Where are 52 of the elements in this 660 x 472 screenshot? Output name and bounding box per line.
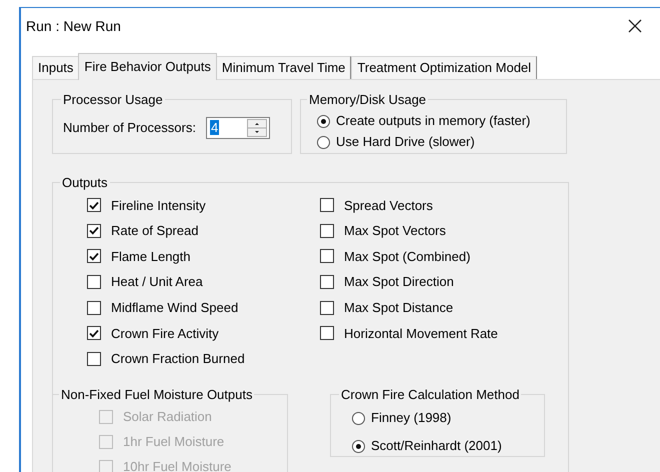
radio-label: Scott/Reinhardt (2001) bbox=[371, 437, 502, 456]
spin-value: 4 bbox=[210, 120, 220, 135]
checkbox-label: Solar Radiation bbox=[123, 408, 212, 426]
radio-button[interactable] bbox=[317, 136, 330, 148]
checkbox[interactable] bbox=[87, 249, 101, 264]
checkbox[interactable] bbox=[87, 275, 101, 290]
group-title: Memory/Disk Usage bbox=[308, 91, 428, 109]
group-title: Processor Usage bbox=[62, 91, 164, 109]
checkbox[interactable] bbox=[87, 326, 101, 340]
group-title: Crown Fire Calculation Method bbox=[340, 386, 520, 404]
checkbox[interactable] bbox=[320, 300, 334, 315]
close-icon[interactable] bbox=[628, 19, 642, 33]
spin-box[interactable]: 4 bbox=[206, 116, 270, 138]
checkbox[interactable] bbox=[320, 275, 334, 290]
checkbox-label: Max Spot Distance bbox=[344, 298, 454, 317]
checkbox-label: Max Spot Direction bbox=[344, 273, 454, 292]
checkbox-label: Fireline Intensity bbox=[111, 196, 206, 215]
checkbox-label: Heat / Unit Area bbox=[111, 273, 203, 292]
checkbox-label: 1hr Fuel Moisture bbox=[123, 432, 224, 451]
spin-arrows-icon[interactable] bbox=[246, 118, 267, 136]
checkbox[interactable] bbox=[320, 326, 334, 340]
radio-label: Use Hard Drive (slower) bbox=[336, 133, 475, 152]
radio-label: Create outputs in memory (faster) bbox=[336, 112, 530, 130]
checkbox-label: Crown Fire Activity bbox=[111, 324, 219, 343]
group-title: Outputs bbox=[61, 174, 109, 192]
tab[interactable]: Fire Behavior Outputs bbox=[78, 53, 217, 80]
group-title: Non-Fixed Fuel Moisture Outputs bbox=[60, 386, 254, 404]
checkbox-label: 10hr Fuel Moisture bbox=[123, 458, 232, 472]
checkbox-label: Max Spot (Combined) bbox=[344, 248, 470, 266]
checkbox[interactable] bbox=[87, 300, 101, 315]
tab[interactable]: Minimum Travel Time bbox=[216, 56, 352, 79]
field-label: Number of Processors: bbox=[63, 118, 196, 137]
checkbox[interactable] bbox=[87, 198, 101, 212]
checkbox-label: Horizontal Movement Rate bbox=[344, 324, 498, 343]
checkbox-label: Crown Fraction Burned bbox=[111, 350, 245, 368]
tab[interactable]: Inputs bbox=[32, 56, 80, 79]
checkbox[interactable] bbox=[320, 224, 334, 238]
checkbox[interactable] bbox=[320, 249, 334, 264]
checkbox[interactable] bbox=[87, 224, 101, 238]
checkbox[interactable] bbox=[320, 198, 334, 212]
radio-button[interactable] bbox=[352, 412, 365, 425]
checkbox-label: Spread Vectors bbox=[344, 196, 433, 215]
checkbox-label: Max Spot Vectors bbox=[344, 222, 446, 240]
radio-label: Finney (1998) bbox=[371, 409, 452, 428]
checkbox-label: Flame Length bbox=[111, 248, 190, 266]
tab[interactable]: Treatment Optimization Model bbox=[351, 56, 538, 79]
checkbox[interactable] bbox=[87, 352, 101, 366]
radio-button[interactable] bbox=[352, 440, 365, 453]
radio-button[interactable] bbox=[317, 114, 330, 128]
checkbox-label: Rate of Spread bbox=[111, 222, 198, 240]
window-title: Run : New Run bbox=[26, 16, 121, 36]
checkbox-label: Midflame Wind Speed bbox=[111, 298, 238, 317]
